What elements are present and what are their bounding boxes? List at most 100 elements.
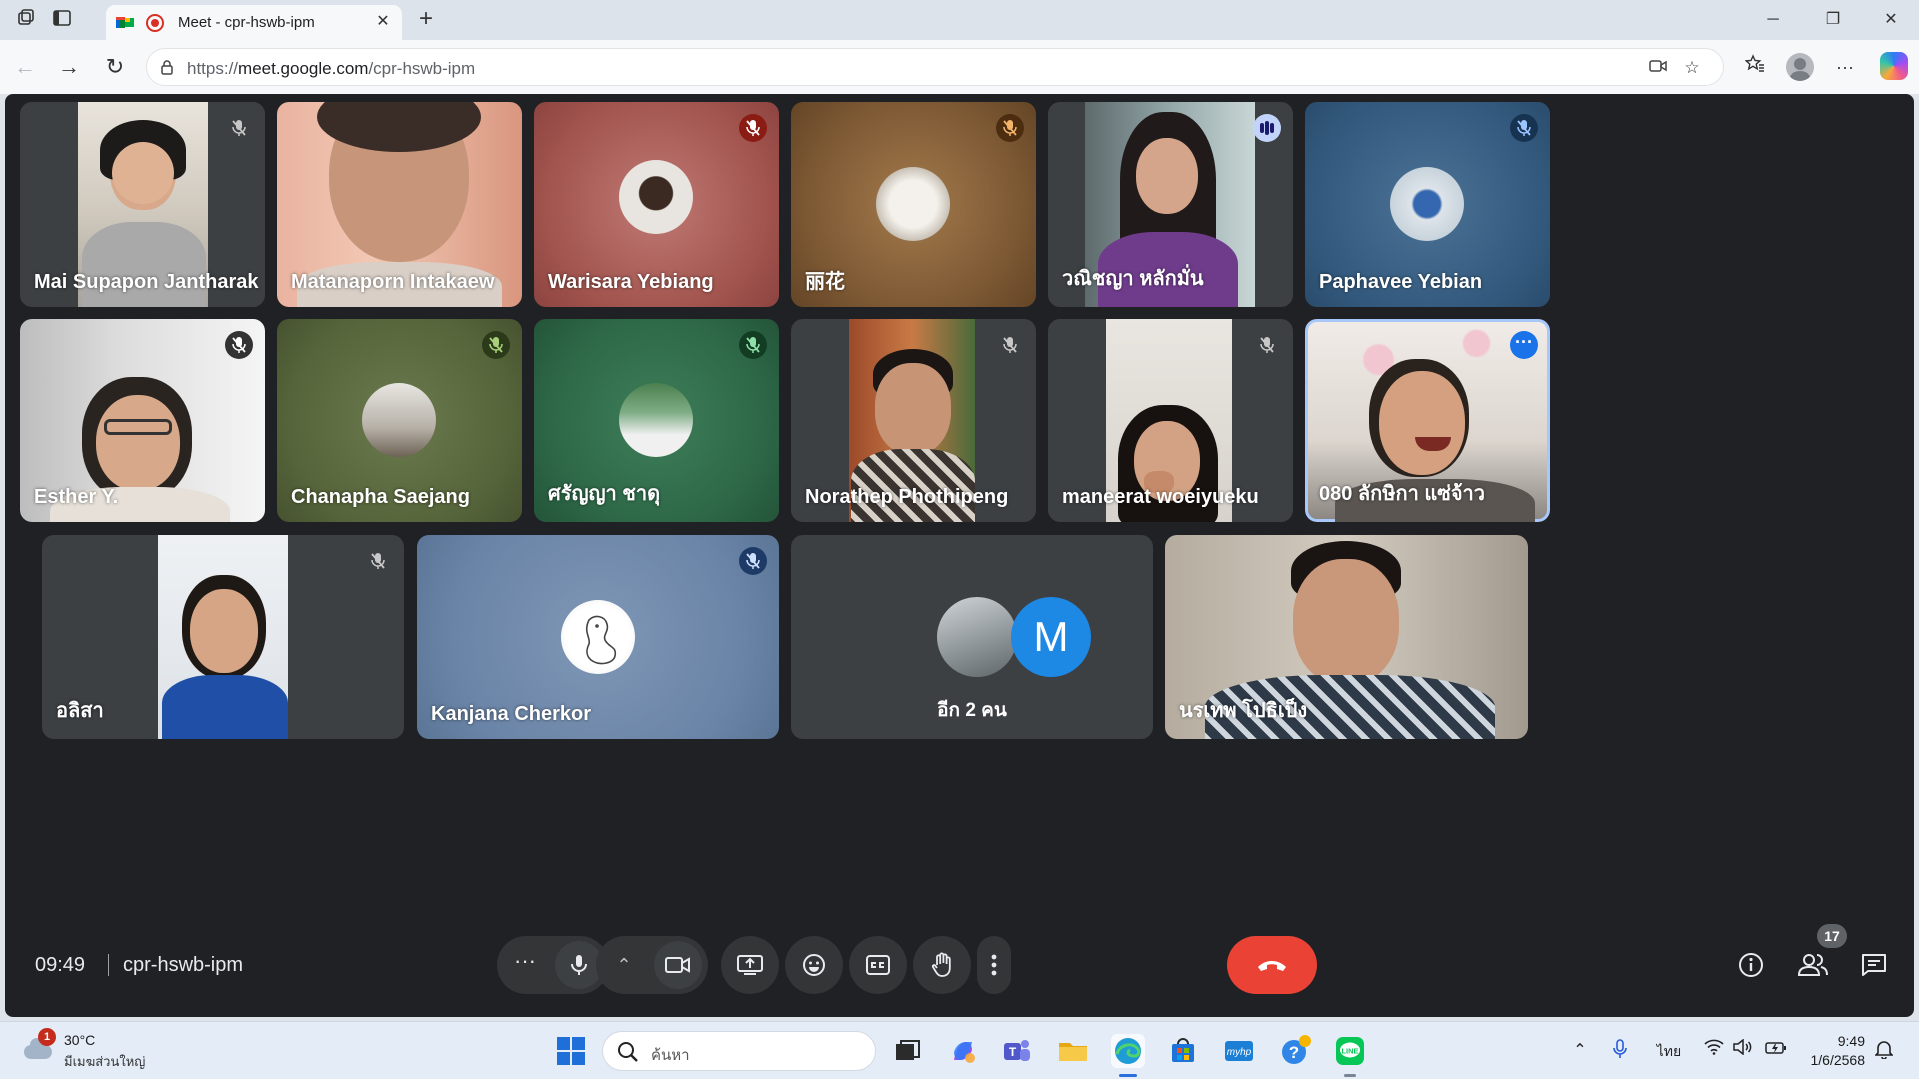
camera-button[interactable] xyxy=(654,941,702,989)
participant-name: Mai Supapon Jantharak xyxy=(34,271,259,293)
file-explorer-icon[interactable] xyxy=(1056,1034,1090,1068)
microsoft-store-icon[interactable] xyxy=(1166,1034,1200,1068)
taskbar-search-input[interactable]: ค้นหา xyxy=(602,1031,876,1071)
more-icon[interactable]: ··· xyxy=(1832,54,1858,80)
participant-tile[interactable]: Mai Supapon Jantharak xyxy=(20,102,265,307)
close-tab-icon[interactable]: ✕ xyxy=(372,11,394,33)
avatar xyxy=(362,383,436,457)
participant-name: อลิสา xyxy=(56,700,104,722)
participant-tile[interactable]: maneerat woeiyueku xyxy=(1048,319,1293,522)
overflow-participants-tile[interactable]: M อีก 2 คน xyxy=(791,535,1153,739)
participant-name: ศรัญญา ชาดุ xyxy=(548,483,661,505)
more-options-button[interactable] xyxy=(977,936,1011,994)
muted-mic-icon xyxy=(739,114,767,142)
workspaces-icon[interactable] xyxy=(14,8,38,32)
clock-time: 9:49 xyxy=(1837,1033,1865,1049)
muted-mic-icon xyxy=(482,331,510,359)
new-tab-icon[interactable]: + xyxy=(413,7,439,33)
battery-icon[interactable] xyxy=(1764,1039,1788,1063)
weather-badge: 1 xyxy=(38,1028,56,1046)
participant-name: Kanjana Cherkor xyxy=(431,703,592,725)
participant-name: maneerat woeiyueku xyxy=(1062,486,1259,508)
back-icon[interactable]: ← xyxy=(12,54,38,80)
camera-options-icon[interactable]: ⌃ xyxy=(600,941,648,989)
participant-tile[interactable]: Paphavee Yebian xyxy=(1305,102,1550,307)
volume-icon[interactable] xyxy=(1730,1038,1754,1063)
weather-description[interactable]: มีเมฆส่วนใหญ่ xyxy=(64,1051,145,1072)
tab-meet[interactable]: Meet - cpr-hswb-ipm ✕ xyxy=(106,5,402,40)
participant-tile[interactable]: Matanaporn Intakaew xyxy=(277,102,522,307)
input-language[interactable]: ไทย xyxy=(1652,1039,1686,1063)
muted-mic-icon xyxy=(1253,331,1281,359)
camera-permission-icon[interactable] xyxy=(1647,57,1669,79)
avatar xyxy=(937,597,1017,677)
participant-tile[interactable]: นรเทพ โปธิเป็ง xyxy=(1165,535,1528,739)
overflow-label: อีก 2 คน xyxy=(937,700,1007,721)
taskbar-clock[interactable]: 9:49 1/6/2568 xyxy=(1811,1032,1866,1070)
forward-icon[interactable]: → xyxy=(56,54,82,80)
avatar xyxy=(561,600,635,674)
meeting-code: cpr-hswb-ipm xyxy=(123,954,244,976)
more-options-icon[interactable]: ··· xyxy=(1510,331,1538,359)
star-icon[interactable]: ☆ xyxy=(1681,57,1703,79)
copilot-app-icon[interactable] xyxy=(946,1034,980,1068)
microphone-tray-icon[interactable] xyxy=(1608,1039,1632,1063)
participant-tile[interactable]: Warisara Yebiang xyxy=(534,102,779,307)
avatar xyxy=(619,160,693,234)
notification-bell-icon[interactable] xyxy=(1872,1039,1896,1063)
show-hidden-icons-icon[interactable]: ⌃ xyxy=(1568,1039,1592,1063)
participant-name: Norathep Phothipeng xyxy=(805,486,1009,508)
vertical-tabs-icon[interactable] xyxy=(50,8,74,32)
browser-toolbar: ← → ↻ https://meet.google.com/cpr-hswb-i… xyxy=(0,40,1919,94)
meeting-time: 09:49 xyxy=(35,954,86,976)
task-view-icon[interactable] xyxy=(890,1034,924,1068)
raise-hand-button[interactable] xyxy=(913,936,971,994)
participant-tile[interactable]: วณิชญา หลักมั่น xyxy=(1048,102,1293,307)
participant-tile[interactable]: ศรัญญา ชาดุ xyxy=(534,319,779,522)
favorites-icon[interactable] xyxy=(1742,54,1768,80)
address-bar[interactable]: https://meet.google.com/cpr-hswb-ipm ☆ xyxy=(146,48,1724,86)
participant-tile[interactable]: 丽花 xyxy=(791,102,1036,307)
participant-tile[interactable]: ··· 080 ลักษิกา แซ่จ้าว xyxy=(1305,319,1550,522)
maximize-icon[interactable]: ❐ xyxy=(1810,6,1856,34)
participant-tile[interactable]: อลิสา xyxy=(42,535,404,739)
leave-call-button[interactable] xyxy=(1227,936,1317,994)
teams-icon[interactable]: T xyxy=(1000,1034,1034,1068)
start-button-icon[interactable] xyxy=(557,1037,585,1065)
get-help-icon[interactable]: ? xyxy=(1278,1034,1312,1068)
minimize-icon[interactable]: ─ xyxy=(1750,6,1796,34)
meeting-details-button[interactable] xyxy=(1734,948,1768,982)
participant-name: Warisara Yebiang xyxy=(548,271,714,293)
participant-name: Esther Y. xyxy=(34,486,119,508)
divider xyxy=(108,954,109,976)
lock-icon[interactable] xyxy=(159,59,175,75)
participant-tile[interactable]: Norathep Phothipeng xyxy=(791,319,1036,522)
avatar xyxy=(1390,167,1464,241)
browser-tab-bar: Meet - cpr-hswb-ipm ✕ + ─ ❐ ✕ xyxy=(0,0,1919,40)
participant-tile[interactable]: Chanapha Saejang xyxy=(277,319,522,522)
chat-button[interactable] xyxy=(1857,948,1891,982)
muted-mic-icon xyxy=(364,547,392,575)
captions-button[interactable] xyxy=(849,936,907,994)
windows-taskbar: 1 30°C มีเมฆส่วนใหญ่ ค้นหา T myhp ? LINE… xyxy=(0,1021,1919,1079)
wifi-icon[interactable] xyxy=(1702,1039,1726,1063)
profile-icon[interactable] xyxy=(1786,53,1814,81)
weather-temperature[interactable]: 30°C xyxy=(64,1032,95,1048)
close-window-icon[interactable]: ✕ xyxy=(1868,6,1914,34)
copilot-icon[interactable] xyxy=(1880,52,1908,80)
muted-mic-icon xyxy=(739,547,767,575)
people-button[interactable] xyxy=(1796,948,1830,982)
participant-tile[interactable]: Esther Y. xyxy=(20,319,265,522)
refresh-icon[interactable]: ↻ xyxy=(102,54,128,80)
emoji-reactions-button[interactable] xyxy=(785,936,843,994)
participant-name: Paphavee Yebian xyxy=(1319,271,1483,293)
edge-browser-icon[interactable] xyxy=(1111,1034,1145,1077)
line-app-icon[interactable]: LINE xyxy=(1333,1034,1367,1077)
speaking-indicator-icon xyxy=(1253,114,1281,142)
search-placeholder: ค้นหา xyxy=(651,1047,690,1064)
participant-tile[interactable]: Kanjana Cherkor xyxy=(417,535,779,739)
present-screen-button[interactable] xyxy=(721,936,779,994)
myhp-icon[interactable]: myhp xyxy=(1222,1034,1256,1068)
more-reactions-icon[interactable]: ··· xyxy=(501,941,549,989)
meet-stage: Mai Supapon Jantharak Matanaporn Intakae… xyxy=(5,94,1914,1017)
